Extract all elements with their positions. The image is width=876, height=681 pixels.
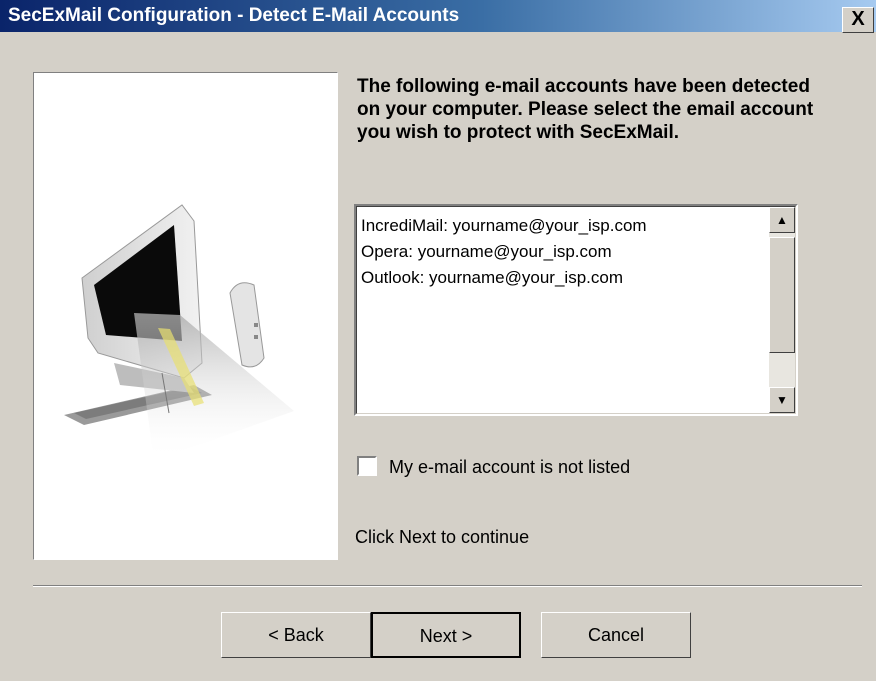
continue-hint: Click Next to continue bbox=[355, 527, 530, 547]
scrollbar-thumb[interactable] bbox=[769, 237, 795, 353]
cancel-button[interactable]: Cancel bbox=[541, 612, 691, 658]
email-accounts-listbox[interactable]: IncrediMail: yourname@your_isp.com Opera… bbox=[354, 204, 798, 416]
list-item[interactable]: Opera: yourname@your_isp.com bbox=[361, 239, 761, 265]
scroll-down-button[interactable]: ▼ bbox=[769, 387, 795, 413]
not-listed-label[interactable]: My e-mail account is not listed bbox=[389, 454, 630, 480]
computer-illustration-icon bbox=[64, 204, 294, 461]
wizard-illustration-panel bbox=[33, 72, 338, 560]
not-listed-checkbox[interactable] bbox=[357, 456, 377, 476]
instruction-text: The following e-mail accounts have been … bbox=[357, 76, 814, 143]
scroll-up-button[interactable]: ▲ bbox=[769, 207, 795, 233]
title-bar[interactable]: SecExMail Configuration - Detect E-Mail … bbox=[0, 0, 876, 33]
close-button[interactable]: X bbox=[842, 7, 874, 33]
back-button[interactable]: < Back bbox=[221, 612, 371, 658]
window-title: SecExMail Configuration - Detect E-Mail … bbox=[8, 5, 460, 26]
vertical-scrollbar[interactable]: ▲ ▼ bbox=[769, 207, 795, 413]
list-item[interactable]: Outlook: yourname@your_isp.com bbox=[361, 265, 761, 291]
separator bbox=[33, 585, 862, 587]
next-button[interactable]: Next > bbox=[371, 612, 521, 658]
dialog-window: SecExMail Configuration - Detect E-Mail … bbox=[0, 0, 876, 681]
list-item[interactable]: IncrediMail: yourname@your_isp.com bbox=[361, 213, 761, 239]
